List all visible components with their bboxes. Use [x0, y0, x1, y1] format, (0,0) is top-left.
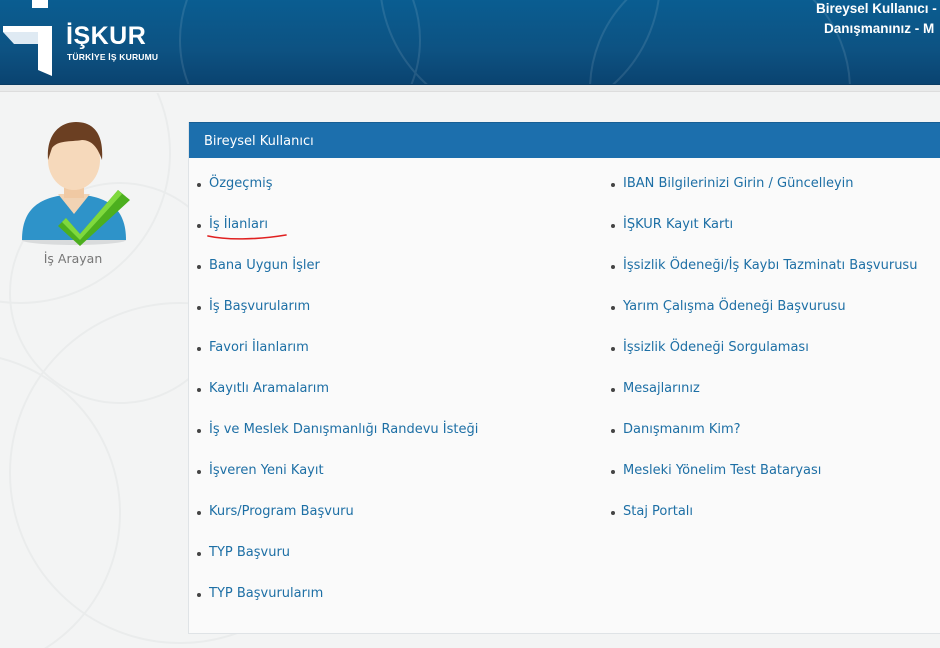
logo-title[interactable]: İŞKUR: [66, 22, 146, 51]
job-seeker-avatar-icon: [22, 122, 130, 246]
menu-link[interactable]: TYP Başvuru: [209, 545, 290, 561]
menu-link[interactable]: IBAN Bilgilerinizi Girin / Güncelleyin: [623, 176, 853, 192]
bullet-icon: [197, 511, 201, 515]
bullet-icon: [197, 470, 201, 474]
logo-subtitle: TÜRKİYE İŞ KURUMU: [67, 52, 159, 62]
bullet-icon: [197, 429, 201, 433]
bullet-icon: [611, 347, 615, 351]
menu-link[interactable]: Kayıtlı Aramalarım: [209, 381, 329, 397]
menu-link[interactable]: Mesleki Yönelim Test Bataryası: [623, 463, 821, 479]
site-header: İŞKUR TÜRKİYE İŞ KURUMU Bireysel Kullanı…: [0, 0, 940, 85]
menu-link[interactable]: İş ve Meslek Danışmanlığı Randevu İsteği: [209, 422, 478, 438]
menu-link[interactable]: Yarım Çalışma Ödeneği Başvurusu: [623, 299, 846, 315]
bullet-icon: [197, 224, 201, 228]
bullet-icon: [197, 388, 201, 392]
bullet-icon: [611, 306, 615, 310]
iskur-logo-icon[interactable]: [0, 0, 60, 80]
bullet-icon: [611, 429, 615, 433]
bullet-icon: [197, 593, 201, 597]
menu-link[interactable]: Staj Portalı: [623, 504, 693, 520]
user-type-label: Bireysel Kullanıcı -: [816, 1, 937, 16]
menu-link[interactable]: Mesajlarınız: [623, 381, 700, 397]
menu-link[interactable]: İşveren Yeni Kayıt: [209, 463, 324, 479]
bullet-icon: [611, 183, 615, 187]
bullet-icon: [611, 265, 615, 269]
bullet-icon: [611, 511, 615, 515]
menu-link[interactable]: Özgeçmiş: [209, 176, 273, 192]
menu-link[interactable]: Kurs/Program Başvuru: [209, 504, 354, 520]
menu-link[interactable]: Favori İlanlarım: [209, 340, 309, 356]
menu-link[interactable]: İşsizlik Ödeneği/İş Kaybı Tazminatı Başv…: [623, 258, 917, 274]
menu-panel: [188, 122, 940, 634]
bullet-icon: [197, 347, 201, 351]
advisor-label: Danışmanınız - M: [824, 21, 935, 36]
bullet-icon: [611, 388, 615, 392]
menu-link[interactable]: Danışmanım Kim?: [623, 422, 741, 438]
bullet-icon: [197, 306, 201, 310]
menu-link[interactable]: İşsizlik Ödeneği Sorgulaması: [623, 340, 809, 356]
menu-link[interactable]: İŞKUR Kayıt Kartı: [623, 217, 733, 233]
menu-link[interactable]: İş İlanları: [209, 217, 268, 233]
menu-link[interactable]: Bana Uygun İşler: [209, 258, 320, 274]
bullet-icon: [611, 470, 615, 474]
profile-role-label: İş Arayan: [43, 251, 103, 266]
header-divider: [0, 85, 940, 92]
menu-link[interactable]: İş Başvurularım: [209, 299, 310, 315]
panel-title: Bireysel Kullanıcı: [189, 122, 940, 158]
bullet-icon: [197, 265, 201, 269]
menu-link[interactable]: TYP Başvurularım: [209, 586, 323, 602]
bullet-icon: [197, 552, 201, 556]
bullet-icon: [197, 183, 201, 187]
bullet-icon: [611, 224, 615, 228]
red-underline-annotation: [207, 234, 287, 240]
